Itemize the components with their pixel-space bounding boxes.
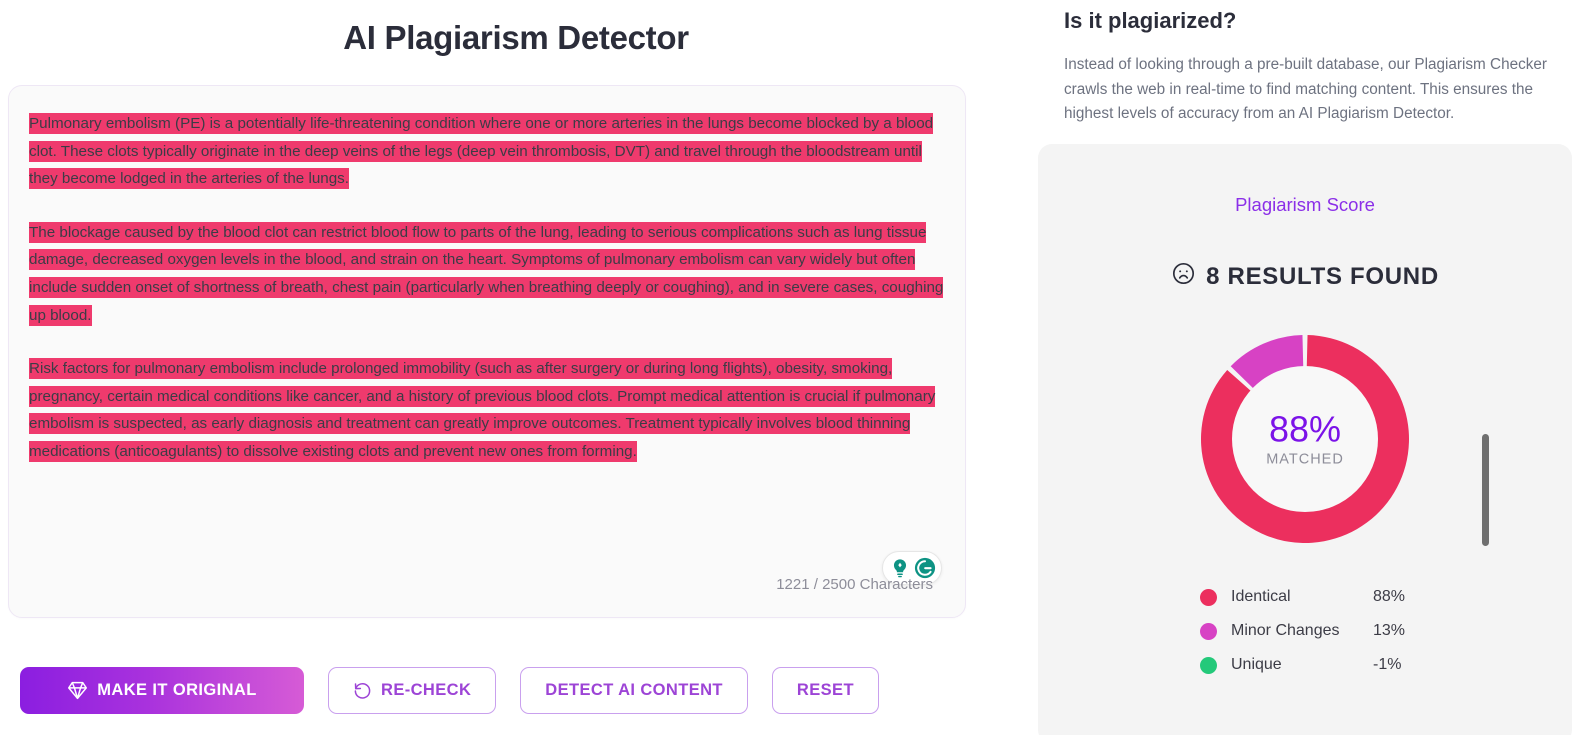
- plagiarism-donut-chart: 88% MATCHED: [1190, 324, 1420, 554]
- frowning-face-icon: [1171, 261, 1196, 293]
- legend-dot-minor-changes: [1200, 622, 1217, 640]
- legend-value: 13%: [1373, 622, 1406, 639]
- matched-percent: 88%: [1268, 408, 1342, 450]
- scrollbar-thumb[interactable]: [1482, 434, 1489, 546]
- reset-button[interactable]: RESET: [771, 667, 879, 714]
- legend-value: 88%: [1373, 588, 1406, 605]
- highlighted-text: Pulmonary embolism (PE) is a potentially…: [29, 113, 934, 190]
- legend-label: Minor Changes: [1231, 622, 1340, 639]
- detect-ai-content-label: DETECT AI CONTENT: [545, 681, 723, 699]
- plagiarism-result-card: Plagiarism Score 8 RESULTS FOUND 88% MAT…: [1038, 144, 1572, 735]
- results-column: Is it plagiarized? Instead of looking th…: [1032, 0, 1588, 735]
- legend-item: Unique -1%: [1200, 648, 1500, 682]
- legend-dot-unique: [1200, 656, 1217, 674]
- character-counter: 1221 / 2500 Characters: [776, 576, 933, 593]
- make-it-original-button[interactable]: MAKE IT ORIGINAL: [20, 667, 304, 714]
- page-title: AI Plagiarism Detector: [343, 19, 689, 56]
- editor-paragraph: The blockage caused by the blood clot ca…: [29, 219, 947, 329]
- legend-item: Minor Changes 13%: [1200, 614, 1500, 648]
- recheck-label: RE-CHECK: [381, 681, 472, 699]
- legend-label: Unique: [1231, 656, 1282, 673]
- results-found-label: 8 RESULTS FOUND: [1206, 263, 1439, 290]
- donut-legend: Identical 88% Minor Changes 13% Unique -…: [1200, 580, 1500, 682]
- highlighted-text: The blockage caused by the blood clot ca…: [29, 221, 944, 326]
- editor-content[interactable]: Pulmonary embolism (PE) is a potentially…: [29, 110, 947, 492]
- editor-paragraph: Risk factors for pulmonary embolism incl…: [29, 355, 947, 465]
- detect-ai-content-button[interactable]: DETECT AI CONTENT: [520, 667, 748, 714]
- sidebar-title: Is it plagiarized?: [1064, 8, 1237, 33]
- editor-column: AI Plagiarism Detector Pulmonary embolis…: [0, 0, 1032, 735]
- undo-rotate-icon: [353, 681, 372, 700]
- matched-sublabel: MATCHED: [1266, 451, 1344, 468]
- make-it-original-label: MAKE IT ORIGINAL: [97, 681, 257, 699]
- text-editor-card[interactable]: Pulmonary embolism (PE) is a potentially…: [8, 85, 966, 618]
- action-button-row: MAKE IT ORIGINAL RE-CHECK DETECT AI CONT…: [20, 667, 879, 714]
- highlighted-text: Risk factors for pulmonary embolism incl…: [29, 358, 936, 462]
- results-found-row: 8 RESULTS FOUND: [1038, 261, 1572, 293]
- legend-dot-identical: [1200, 588, 1217, 606]
- editor-paragraph: Pulmonary embolism (PE) is a potentially…: [29, 110, 947, 193]
- reset-label: RESET: [796, 681, 854, 699]
- diamond-icon: [67, 680, 88, 701]
- plagiarism-score-label: Plagiarism Score: [1235, 194, 1375, 215]
- legend-label: Identical: [1231, 588, 1291, 605]
- recheck-button[interactable]: RE-CHECK: [328, 667, 497, 714]
- legend-value: -1%: [1373, 656, 1402, 673]
- results-scrollbar[interactable]: [1482, 416, 1489, 576]
- plagiarism-detector-page: AI Plagiarism Detector Pulmonary embolis…: [0, 0, 1588, 735]
- legend-item: Identical 88%: [1200, 580, 1500, 614]
- sidebar-description: Instead of looking through a pre-built d…: [1064, 56, 1547, 123]
- donut-center-label: 88% MATCHED: [1235, 408, 1375, 468]
